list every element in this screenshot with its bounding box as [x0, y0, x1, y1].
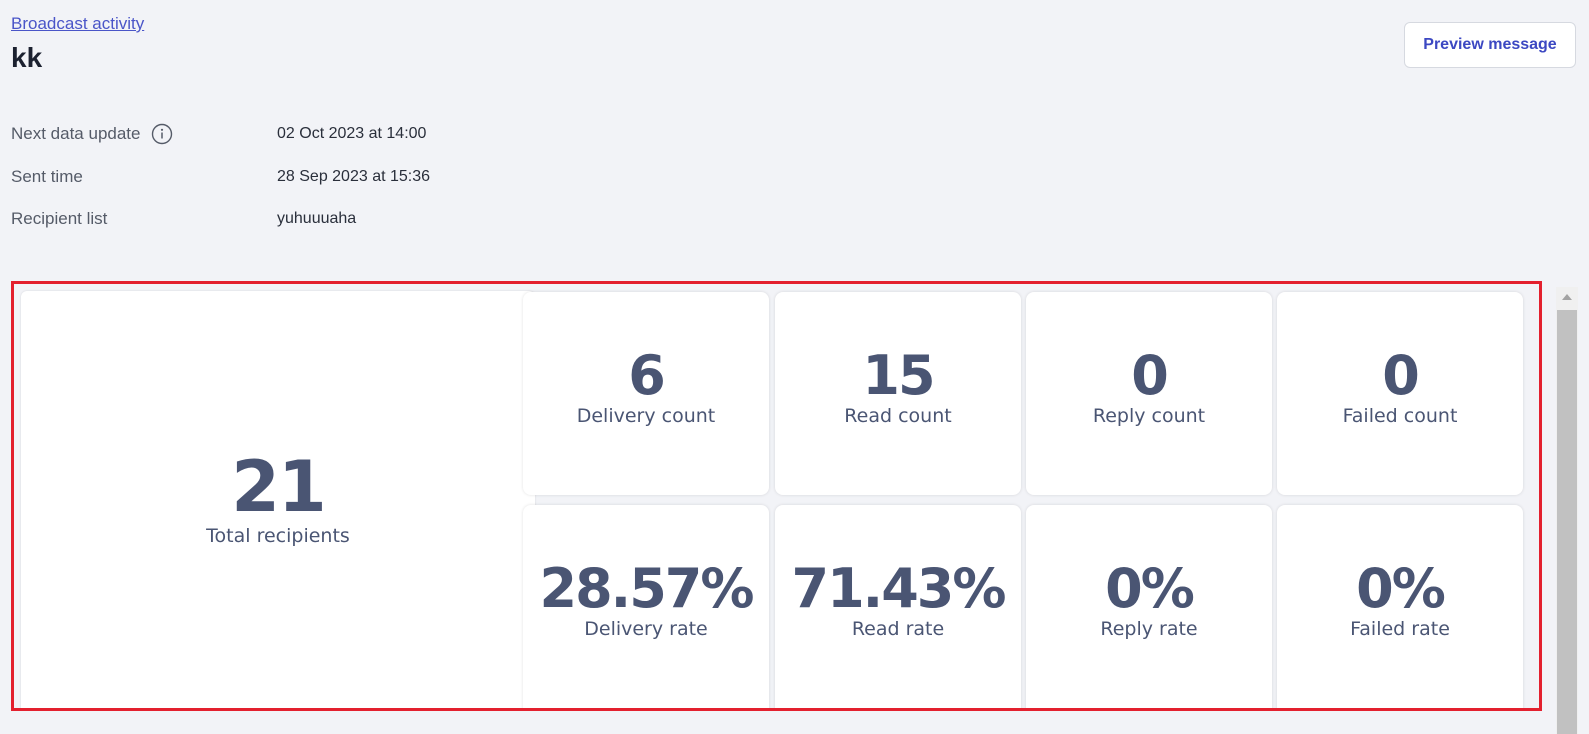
info-row-next-update: Next data update 02 Oct 2023 at 14:00 — [11, 123, 426, 145]
page-title: kk — [11, 42, 43, 73]
total-recipients-card: 21 Total recipients — [21, 291, 535, 708]
info-row-sent-time: Sent time 28 Sep 2023 at 15:36 — [11, 166, 430, 188]
delivery-rate-card: 28.57% Delivery rate — [523, 505, 769, 708]
recipient-list-value: yuhuuuaha — [277, 210, 357, 227]
failed-count-card: 0 Failed count — [1277, 292, 1523, 495]
next-update-value: 02 Oct 2023 at 14:00 — [277, 125, 427, 142]
read-count-label: Read count — [844, 405, 952, 427]
failed-rate-card: 0% Failed rate — [1277, 505, 1523, 708]
reply-rate-card: 0% Reply rate — [1026, 505, 1272, 708]
scrollbar-thumb[interactable] — [1557, 310, 1577, 734]
next-update-label: Next data update — [11, 124, 141, 143]
preview-message-button[interactable]: Preview message — [1404, 22, 1576, 68]
delivery-count-card: 6 Delivery count — [523, 292, 769, 495]
total-recipients-value: 21 — [231, 446, 326, 528]
reply-rate-label: Reply rate — [1100, 618, 1198, 640]
info-row-recipient-list: Recipient list yuhuuuaha — [11, 208, 356, 230]
delivery-rate-label: Delivery rate — [584, 618, 708, 640]
sent-time-value: 28 Sep 2023 at 15:36 — [277, 168, 431, 185]
stats-highlight-frame: 21 Total recipients 6 Delivery count 15 … — [11, 281, 1542, 711]
info-icon[interactable] — [151, 123, 173, 145]
read-rate-value: 71.43% — [791, 557, 1007, 620]
failed-count-label: Failed count — [1342, 405, 1458, 427]
failed-rate-label: Failed rate — [1350, 618, 1450, 640]
breadcrumb-broadcast-activity[interactable]: Broadcast activity — [11, 14, 144, 34]
read-count-value: 15 — [862, 344, 935, 407]
delivery-count-value: 6 — [628, 344, 666, 407]
delivery-rate-value: 28.57% — [539, 557, 755, 620]
read-count-card: 15 Read count — [775, 292, 1021, 495]
delivery-count-label: Delivery count — [576, 405, 716, 427]
read-rate-label: Read rate — [851, 618, 945, 640]
read-rate-card: 71.43% Read rate — [775, 505, 1021, 708]
total-recipients-label: Total recipients — [206, 525, 350, 547]
scroll-up-arrow-icon[interactable] — [1556, 287, 1578, 307]
reply-count-value: 0 — [1131, 344, 1169, 407]
sent-time-label: Sent time — [11, 167, 83, 186]
vertical-scrollbar[interactable] — [1556, 287, 1578, 734]
reply-count-card: 0 Reply count — [1026, 292, 1272, 495]
reply-count-label: Reply count — [1092, 405, 1206, 427]
recipient-list-label: Recipient list — [11, 209, 108, 228]
failed-count-value: 0 — [1382, 344, 1420, 407]
failed-rate-value: 0% — [1356, 557, 1446, 620]
reply-rate-value: 0% — [1105, 557, 1195, 620]
